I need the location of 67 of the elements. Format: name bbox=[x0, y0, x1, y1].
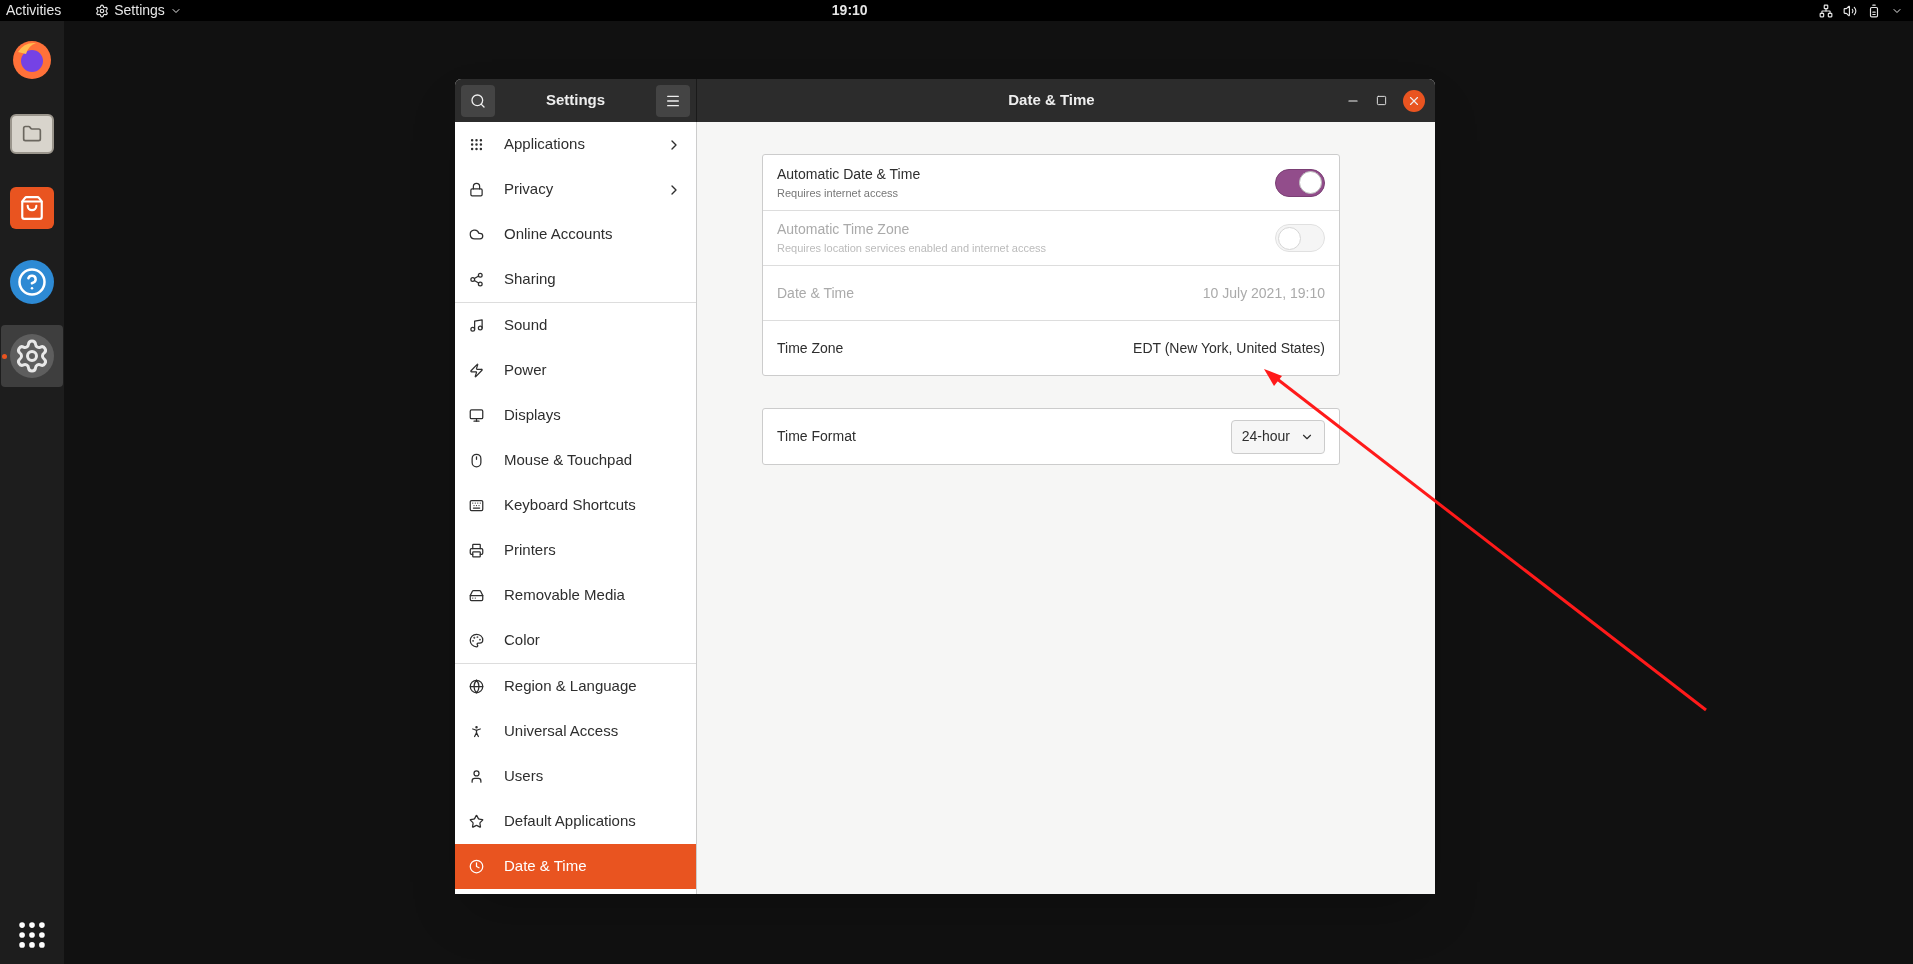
help-icon[interactable] bbox=[10, 260, 54, 304]
battery-icon[interactable] bbox=[1867, 3, 1881, 18]
row-label: Automatic Time Zone bbox=[777, 220, 911, 240]
time-format-dropdown[interactable]: 24-hour bbox=[1230, 419, 1325, 454]
sidebar-item[interactable]: Displays bbox=[455, 393, 696, 438]
settings-row[interactable]: Automatic Date & Time Requires internet access bbox=[763, 155, 1339, 210]
mouse-icon bbox=[469, 453, 484, 468]
clock[interactable]: 19:10 bbox=[831, 0, 868, 21]
sidebar-title: Settings bbox=[544, 90, 607, 111]
gear-icon bbox=[95, 3, 110, 18]
row-value: EDT (New York, United States) bbox=[1133, 338, 1325, 358]
printer-icon bbox=[469, 543, 484, 558]
activities-button[interactable]: Activities bbox=[6, 0, 62, 21]
user-icon bbox=[469, 769, 484, 784]
settings-icon[interactable] bbox=[10, 334, 54, 378]
music-note-icon bbox=[469, 318, 484, 333]
share-icon bbox=[469, 272, 484, 287]
settings-row[interactable]: Time Format 24-hour bbox=[763, 409, 1339, 464]
sidebar-item[interactable]: Sharing bbox=[455, 257, 696, 302]
clock-icon bbox=[469, 859, 484, 874]
palette-icon bbox=[469, 633, 484, 648]
maximize-icon[interactable] bbox=[1376, 95, 1387, 106]
sidebar-item[interactable]: Mouse & Touchpad bbox=[455, 438, 696, 483]
row-label: Automatic Date & Time bbox=[777, 164, 922, 184]
grid-icon bbox=[469, 137, 484, 152]
window-title: Date & Time bbox=[1007, 90, 1096, 111]
network-icon[interactable] bbox=[1819, 3, 1833, 18]
search-icon bbox=[470, 92, 486, 109]
row-subtitle: Requires internet access bbox=[777, 185, 900, 201]
sidebar-item[interactable]: Region & Language bbox=[455, 664, 696, 709]
volume-icon[interactable] bbox=[1843, 3, 1857, 18]
row-subtitle: Requires location services enabled and internet access bbox=[777, 241, 1048, 257]
keyboard-icon bbox=[469, 498, 484, 513]
sidebar-item[interactable]: Color bbox=[455, 618, 696, 663]
row-label: Time Format bbox=[777, 427, 857, 446]
browser-icon[interactable] bbox=[10, 38, 54, 82]
search-button[interactable] bbox=[461, 84, 495, 117]
app-menu[interactable]: Settings bbox=[95, 0, 182, 21]
sidebar-item[interactable]: Power bbox=[455, 348, 696, 393]
menu-button[interactable] bbox=[656, 84, 690, 117]
globe-icon bbox=[469, 679, 484, 694]
sidebar-item[interactable]: Applications bbox=[455, 122, 696, 167]
sidebar-item[interactable]: Users bbox=[455, 754, 696, 799]
row-value: 10 July 2021, 19:10 bbox=[1202, 283, 1325, 303]
star-icon bbox=[469, 814, 484, 829]
shopping-bag-icon[interactable] bbox=[10, 187, 54, 229]
lock-icon bbox=[469, 182, 484, 197]
sidebar-item[interactable]: Removable Media bbox=[455, 573, 696, 618]
settings-row[interactable]: Time Zone EDT (New York, United States) bbox=[763, 320, 1339, 375]
row-label: Date & Time bbox=[777, 283, 856, 303]
sidebar-item[interactable]: Default Applications bbox=[455, 799, 696, 844]
lightning-icon bbox=[469, 363, 484, 378]
sidebar-item[interactable]: Keyboard Shortcuts bbox=[455, 483, 696, 528]
monitor-icon bbox=[469, 408, 484, 423]
row-label: Time Zone bbox=[777, 338, 845, 358]
sidebar-item[interactable]: Online Accounts bbox=[455, 212, 696, 257]
person-icon bbox=[469, 724, 484, 739]
sidebar-item[interactable]: Printers bbox=[455, 528, 696, 573]
sidebar-item[interactable]: Privacy bbox=[455, 167, 696, 212]
sidebar-item[interactable]: Universal Access bbox=[455, 709, 696, 754]
close-button[interactable] bbox=[1403, 89, 1425, 112]
sidebar-item[interactable]: Date & Time bbox=[455, 844, 696, 889]
cloud-icon bbox=[469, 227, 484, 242]
drive-icon bbox=[469, 588, 484, 603]
sidebar-item[interactable]: Sound bbox=[455, 303, 696, 348]
folder-icon[interactable] bbox=[10, 114, 54, 154]
toggle-switch[interactable] bbox=[1275, 168, 1325, 197]
